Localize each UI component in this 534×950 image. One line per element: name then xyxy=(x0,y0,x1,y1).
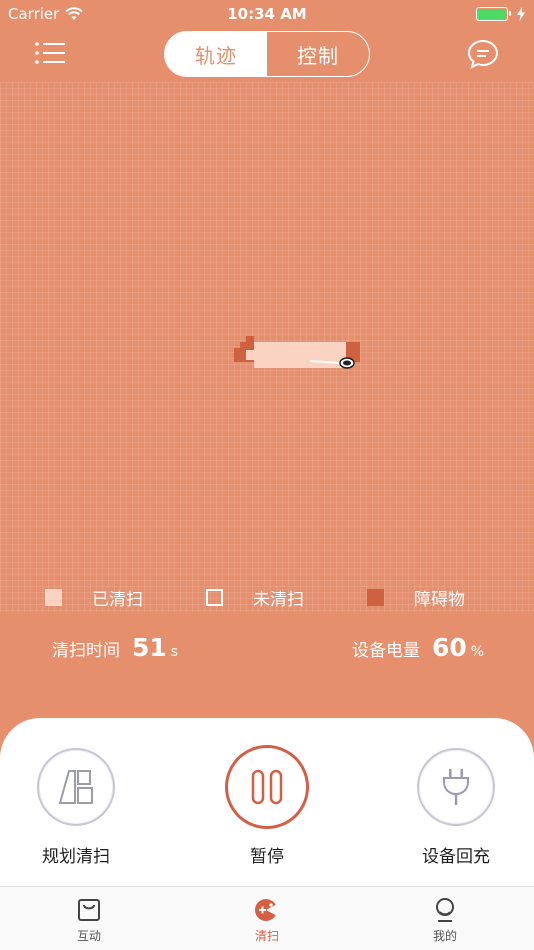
battery-unit: % xyxy=(470,644,485,660)
tab-mine-label: 我的 xyxy=(432,929,457,943)
uncleaned-swatch xyxy=(206,589,223,606)
list-menu-icon xyxy=(35,42,65,64)
control-panel: 规划清扫 暂停 设备回充 xyxy=(0,718,534,888)
recharge-control: 设备回充 xyxy=(396,748,516,867)
plug-icon xyxy=(443,769,469,805)
tab-track[interactable]: 轨迹 xyxy=(165,32,267,76)
battery-label: 设备电量 xyxy=(352,641,420,661)
pause-control: 暂停 xyxy=(207,745,327,867)
shopping-bag-icon xyxy=(78,899,100,921)
tab-clean[interactable]: 清扫 xyxy=(178,887,356,950)
battery-stat: 设备电量 60 % xyxy=(352,633,484,662)
clean-time-unit: s xyxy=(170,644,179,660)
pause-button[interactable] xyxy=(225,745,309,829)
tab-mine[interactable]: 我的 xyxy=(356,887,534,950)
legend-cleaned-label: 已清扫 xyxy=(92,590,143,610)
cleaning-map[interactable] xyxy=(0,82,534,612)
profile-icon xyxy=(436,898,454,922)
view-segment-control: 轨迹 控制 xyxy=(164,31,370,77)
tab-interact-label: 互动 xyxy=(76,929,101,943)
status-time: 10:34 AM xyxy=(227,5,307,23)
game-controller-icon xyxy=(255,899,279,921)
plan-clean-button[interactable] xyxy=(37,748,115,826)
tab-clean-label: 清扫 xyxy=(254,929,279,943)
legend-cleaned: 已清扫 xyxy=(45,585,143,610)
recharge-button[interactable] xyxy=(417,748,495,826)
legend-uncleaned-label: 未清扫 xyxy=(253,590,304,610)
pause-icon xyxy=(251,769,283,805)
cleaned-area xyxy=(246,350,254,360)
pause-label: 暂停 xyxy=(250,847,284,867)
clean-time-value: 51 xyxy=(132,633,167,662)
floor-plan-icon xyxy=(58,770,93,804)
tab-interact[interactable]: 互动 xyxy=(0,887,178,950)
map-legend: 已清扫 未清扫 障碍物 xyxy=(0,585,534,610)
obstacle-swatch xyxy=(367,589,384,606)
tab-control[interactable]: 控制 xyxy=(267,32,369,76)
chat-bubble-icon xyxy=(467,39,499,69)
legend-uncleaned: 未清扫 xyxy=(206,585,304,610)
clean-time-stat: 清扫时间 51 s xyxy=(52,633,178,662)
plan-clean-label: 规划清扫 xyxy=(42,847,110,867)
clean-time-label: 清扫时间 xyxy=(52,641,120,661)
menu-button[interactable] xyxy=(34,40,66,66)
legend-obstacle: 障碍物 xyxy=(367,585,465,610)
cleaned-area xyxy=(254,342,346,368)
battery-icon xyxy=(476,7,511,21)
robot-marker-core xyxy=(343,360,351,366)
map-canvas xyxy=(234,336,360,369)
cleaning-stats: 清扫时间 51 s 设备电量 60 % xyxy=(0,633,534,669)
chat-button[interactable] xyxy=(466,38,500,70)
status-bar: Carrier 10:34 AM xyxy=(0,0,534,28)
plan-clean-control: 规划清扫 xyxy=(16,748,136,867)
nav-bar: 轨迹 控制 xyxy=(0,30,534,78)
legend-obstacle-label: 障碍物 xyxy=(414,590,465,610)
cleaned-swatch xyxy=(45,589,62,606)
bottom-tab-bar: 互动 清扫 我的 xyxy=(0,886,534,950)
recharge-label: 设备回充 xyxy=(422,847,490,867)
battery-value: 60 xyxy=(432,633,467,662)
